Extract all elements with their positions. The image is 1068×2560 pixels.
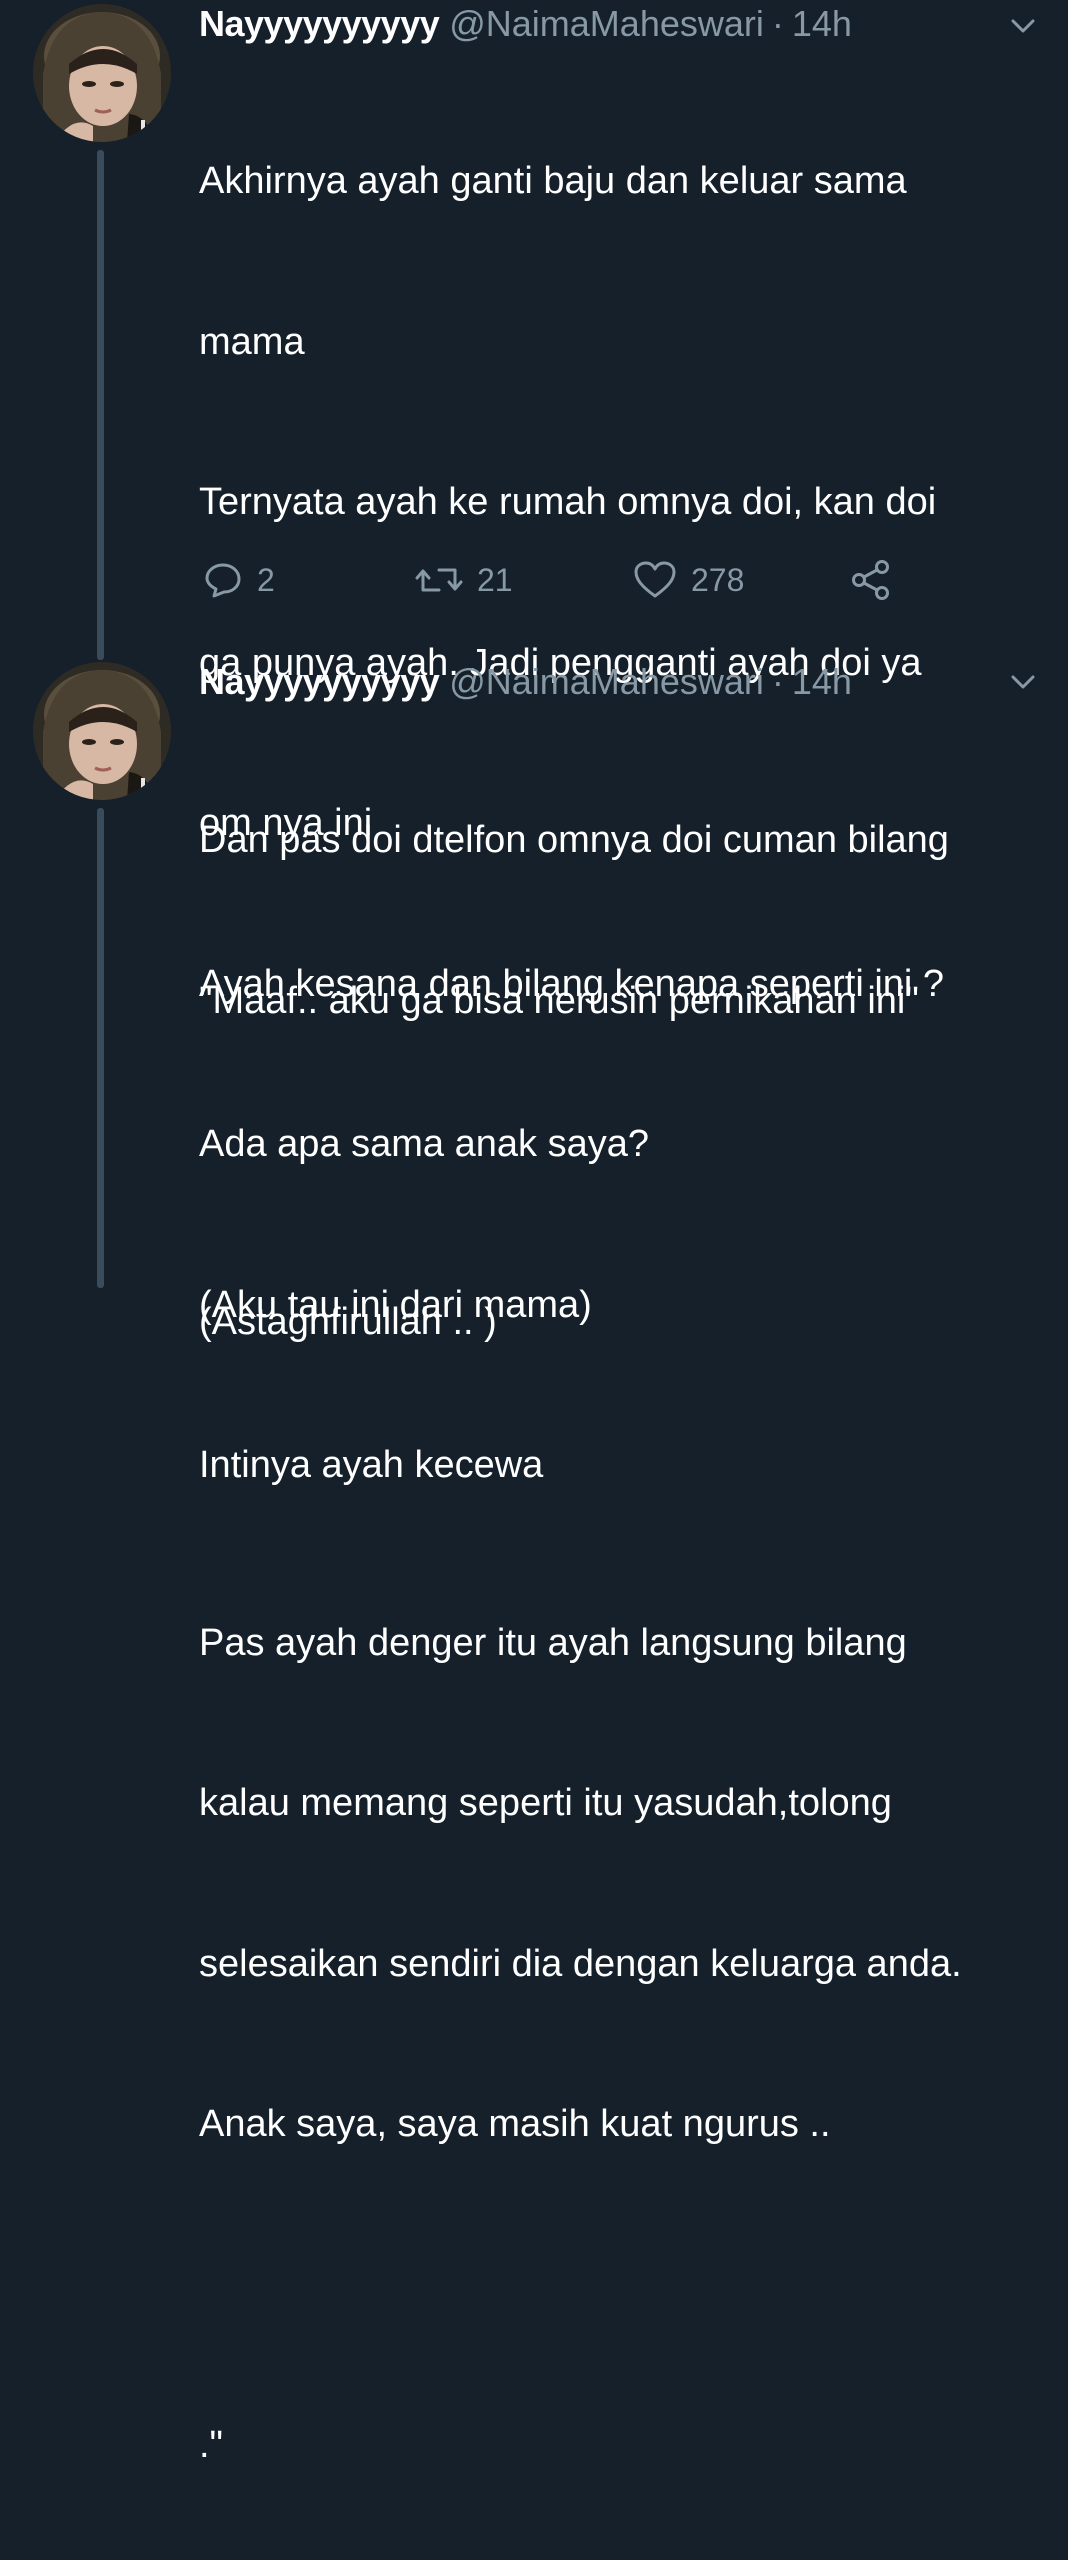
tweet-header: Nayyyyyyyyyy @NaimaMaheswari · 14h [199,658,852,706]
tweet-text-line: ." [199,2424,224,2466]
retweet-count: 21 [477,561,513,598]
thread-connector [97,808,104,1288]
like-button[interactable]: 278 [633,556,744,604]
tweet-text-line: mama [199,320,305,363]
username-handle[interactable]: @NaimaMaheswari [449,660,764,704]
avatar[interactable] [33,4,171,142]
tweet-text-line [199,2259,1049,2313]
tweet-text-line: Pas ayah denger itu ayah langsung bilang [199,1621,907,1664]
profile-photo-icon [33,662,171,800]
separator-dot: · [771,661,784,702]
more-options-button[interactable] [1005,664,1041,700]
tweet-text: Dan pas doi dtelfon omnya doi cuman bila… [199,707,1049,2560]
tweet[interactable]: Nayyyyyyyyyy @NaimaMaheswari · 14h Dan p… [0,650,1068,2466]
retweet-button[interactable]: 21 [415,556,513,604]
share-icon [852,560,889,600]
reply-count: 2 [257,561,275,598]
thread-connector [97,150,104,660]
share-button[interactable] [849,556,893,604]
profile-photo-icon [33,4,171,142]
tweet-text-line [199,1456,1049,1510]
tweet-header: Nayyyyyyyyyy @NaimaMaheswari · 14h [199,0,852,48]
chevron-down-icon [1011,675,1035,689]
reply-icon [205,563,241,598]
tweet-text-line: selesaikan sendiri dia dengan keluarga a… [199,1942,962,1985]
timestamp[interactable]: 14h [792,660,852,704]
timestamp[interactable]: 14h [792,2,852,46]
avatar[interactable] [33,662,171,800]
username-handle[interactable]: @NaimaMaheswari [449,2,764,46]
tweet-text-line [199,1135,1049,1189]
more-options-button[interactable] [1005,8,1041,44]
tweet-text-line: (Astaghfirullah .. ) [199,1300,497,1343]
tweet-text-line: kalau memang seperti itu yasudah,tolong [199,1782,892,1824]
heart-icon [634,561,676,598]
reply-button[interactable]: 2 [203,556,275,604]
like-count: 278 [691,561,745,598]
tweet-text-line: "Maaf.. aku ga bisa nerusin pernikahan i… [199,979,919,1022]
display-name[interactable]: Nayyyyyyyyyy [199,660,440,704]
tweet-text-line: Ternyata ayah ke rumah omnya doi, kan do… [199,481,937,523]
tweet-actions: 2 21 278 [199,556,959,604]
separator-dot: · [771,3,784,44]
tweet[interactable]: Nayyyyyyyyyy @NaimaMaheswari · 14h Akhir… [0,0,1068,1486]
tweet-text-line: Anak saya, saya masih kuat ngurus .. [199,2103,831,2145]
retweet-icon [415,568,463,592]
tweet-text-line: Dan pas doi dtelfon omnya doi cuman bila… [199,819,949,861]
tweet-text-line: Akhirnya ayah ganti baju dan keluar sama [199,160,907,202]
display-name[interactable]: Nayyyyyyyyyy [199,2,440,46]
chevron-down-icon [1011,19,1035,33]
